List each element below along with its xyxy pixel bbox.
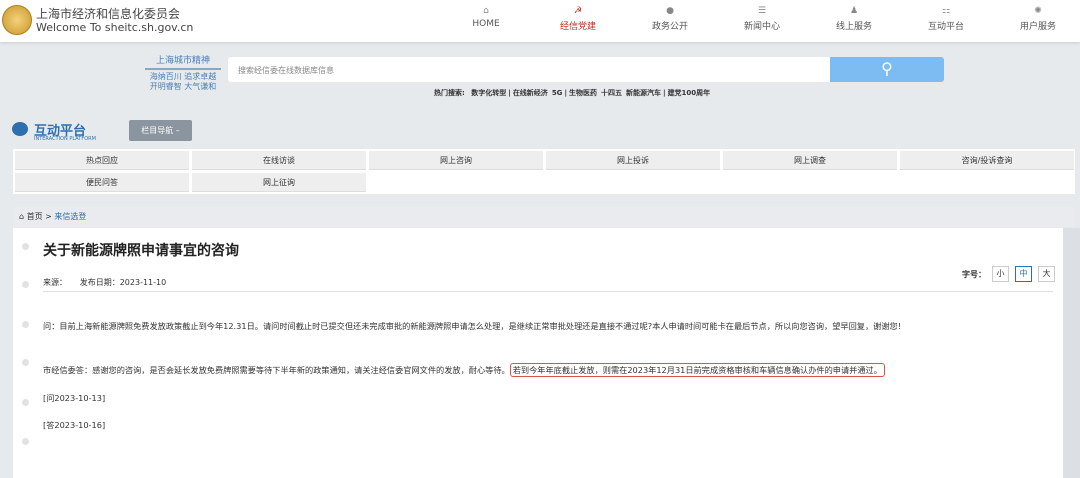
- font-small-button[interactable]: 小: [992, 266, 1009, 282]
- menu-online-complaint[interactable]: 网上投诉: [546, 151, 720, 170]
- question-date: [问2023-10-13]: [43, 393, 106, 403]
- nav-label: 互动平台: [927, 22, 964, 32]
- font-size-switcher: 字号： 小 中 大: [962, 266, 1055, 282]
- hot-link[interactable]: 数字化转型: [471, 89, 506, 97]
- home-icon: ⌂: [19, 212, 25, 221]
- org-url: Welcome To sheitc.sh.gov.cn: [36, 21, 194, 34]
- breadcrumb-separator: >: [45, 212, 52, 221]
- nav-label: 线上服务: [835, 22, 872, 32]
- breadcrumb-home[interactable]: 首页: [27, 212, 43, 221]
- font-large-button[interactable]: 大: [1038, 266, 1055, 282]
- home-icon: ⌂: [483, 6, 489, 16]
- platform-subtitle: INTERACTION PLATFORM: [34, 136, 96, 142]
- gear-icon: ✺: [1034, 6, 1042, 16]
- news-icon: ☰: [757, 6, 767, 16]
- menu-online-survey[interactable]: 网上调查: [723, 151, 897, 170]
- hot-link[interactable]: 在线新经济: [513, 89, 548, 97]
- platform-icon: ⚏: [941, 6, 951, 16]
- bullet: [22, 281, 29, 288]
- column-nav-button[interactable]: 栏目导航 –: [129, 120, 192, 141]
- article-meta: 来源： 发布日期：2023-11-10: [43, 277, 166, 288]
- spirit-line: 海纳百川 追求卓越: [149, 72, 217, 81]
- hot-link[interactable]: 5G: [552, 89, 563, 97]
- search-icon: ⚲: [881, 59, 893, 78]
- hot-link[interactable]: 十四五: [601, 89, 622, 97]
- bullet: [22, 359, 29, 366]
- bullet: [22, 438, 29, 445]
- nav-label: 政务公开: [651, 22, 688, 32]
- hot-searches: 热门搜索: 数字化转型 | 在线新经济 5G | 生物医药 十四五 新能源汽车 | 建党100周年: [434, 89, 711, 97]
- search-button[interactable]: ⚲: [830, 57, 944, 82]
- spirit-line: 开明睿智 大气谦和: [149, 82, 217, 91]
- answer-body: 市经信委答：感谢您的咨询，是否会延长发放免费牌照需要等待下半年新的政策通知，请关…: [43, 365, 510, 375]
- nav-online-service[interactable]: ♟ 线上服务: [808, 6, 900, 32]
- platform-menu: 热点回应 在线访谈 网上咨询 网上投诉 网上调查 咨询/投诉查询 便民问答 网上…: [13, 149, 1075, 194]
- nav-home[interactable]: ⌂ HOME: [440, 6, 532, 32]
- breadcrumb-current[interactable]: 来信选登: [54, 212, 86, 221]
- org-name: 上海市经济和信息化委员会: [36, 7, 181, 21]
- question-text: 问：目前上海新能源牌照免费发放政策截止到今年12.31日。请问时间截止时已提交但…: [43, 321, 902, 331]
- menu-solicitation[interactable]: 网上征询: [192, 173, 366, 192]
- party-icon: ☭: [573, 6, 583, 16]
- nav-gov-affairs[interactable]: ● 政务公开: [624, 6, 716, 32]
- hot-link[interactable]: 建党100周年: [668, 89, 711, 97]
- menu-online-consult[interactable]: 网上咨询: [369, 151, 543, 170]
- menu-hot-response[interactable]: 热点回应: [15, 151, 189, 170]
- divider: [43, 291, 1053, 292]
- nav-news[interactable]: ☰ 新闻中心: [716, 6, 808, 32]
- hot-link[interactable]: 生物医药: [569, 89, 597, 97]
- emblem-logo[interactable]: [2, 5, 32, 35]
- hot-label: 热门搜索:: [434, 89, 465, 97]
- source-label: 来源：: [43, 278, 67, 287]
- chat-icon: ●: [666, 6, 674, 16]
- hot-link[interactable]: 新能源汽车: [626, 89, 661, 97]
- font-size-label: 字号：: [962, 269, 986, 279]
- answer-highlight: 若到今年年底截止发放，则需在2023年12月31日前完成资格审核和车辆信息确认办…: [509, 363, 885, 377]
- menu-query[interactable]: 咨询/投诉查询: [900, 151, 1074, 170]
- menu-online-interview[interactable]: 在线访谈: [192, 151, 366, 170]
- menu-faq[interactable]: 便民问答: [15, 173, 189, 192]
- user-service-icon: ♟: [849, 6, 859, 16]
- bullet: [22, 243, 29, 250]
- bullet: [22, 321, 29, 328]
- breadcrumb: ⌂ 首页 > 来信选登: [13, 207, 1075, 227]
- nav-interaction[interactable]: ⚏ 互动平台: [900, 6, 992, 32]
- nav-user-service[interactable]: ✺ 用户服务: [992, 6, 1080, 32]
- bullet: [22, 399, 29, 406]
- publish-date: 发布日期：2023-11-10: [79, 278, 167, 287]
- article-title: 关于新能源牌照申请事宜的咨询: [43, 243, 239, 259]
- nav-label: HOME: [472, 19, 500, 29]
- font-medium-button[interactable]: 中: [1015, 266, 1032, 282]
- spirit-title: 上海城市精神: [145, 56, 221, 70]
- nav-label: 用户服务: [1019, 22, 1056, 32]
- header: 上海市经济和信息化委员会 Welcome To sheitc.sh.gov.cn…: [0, 0, 1080, 42]
- nav-party[interactable]: ☭ 经信党建: [532, 6, 624, 32]
- nav-label: 经信党建: [559, 22, 596, 32]
- answer-date: [答2023-10-16]: [43, 420, 106, 430]
- scrollbar[interactable]: [1063, 228, 1080, 478]
- city-spirit: 上海城市精神 海纳百川 追求卓越 开明睿智 大气谦和: [145, 56, 221, 92]
- chat-bubble-icon: [12, 122, 28, 136]
- answer-text: 市经信委答：感谢您的咨询，是否会延长发放免费牌照需要等待下半年新的政策通知，请关…: [43, 360, 1053, 380]
- search-input[interactable]: 搜索经信委在线数据库信息: [228, 57, 830, 82]
- article: 关于新能源牌照申请事宜的咨询 来源： 发布日期：2023-11-10 字号： 小…: [13, 228, 1063, 478]
- nav-label: 新闻中心: [743, 22, 780, 32]
- main-nav: ⌂ HOME ☭ 经信党建 ● 政务公开 ☰ 新闻中心 ♟ 线上服务 ⚏ 互动平台 ✺ 用户服…: [440, 6, 1080, 32]
- site-brand[interactable]: 上海市经济和信息化委员会 Welcome To sheitc.sh.gov.cn: [36, 7, 193, 35]
